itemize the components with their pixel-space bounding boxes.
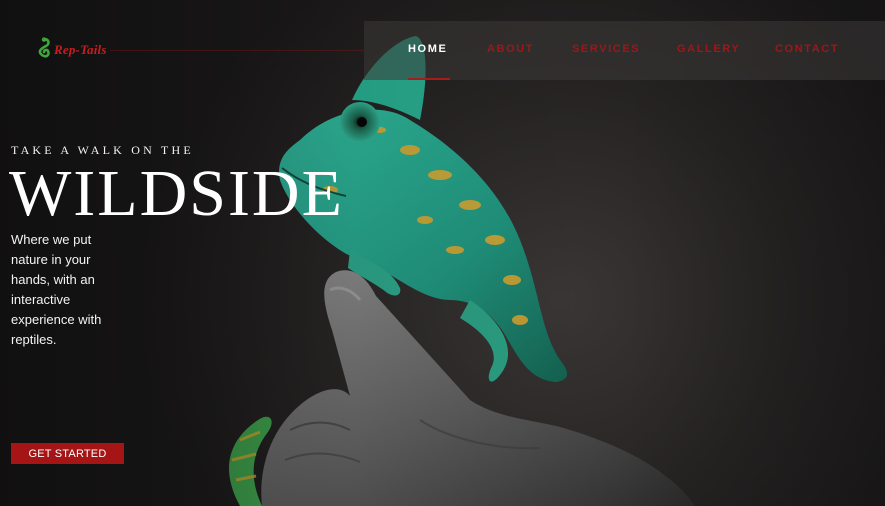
nav-item-services[interactable]: SERVICES — [572, 43, 640, 55]
get-started-button[interactable]: GET STARTED — [11, 443, 124, 464]
nav-item-gallery[interactable]: GALLERY — [677, 43, 740, 55]
hero-description: Where we put nature in your hands, with … — [11, 232, 102, 347]
main-nav: HOME ABOUT SERVICES GALLERY CONTACT — [364, 21, 885, 80]
nav-item-home[interactable]: HOME — [408, 43, 447, 55]
hero-headline: WILDSIDE — [9, 157, 344, 230]
nav-item-about[interactable]: ABOUT — [487, 43, 534, 55]
nav-active-indicator — [408, 78, 450, 80]
brand-logo[interactable]: Rep-Tails — [36, 37, 107, 63]
brand-name: Rep-Tails — [54, 42, 107, 57]
snake-icon — [38, 37, 50, 58]
header-divider — [110, 50, 364, 51]
nav-item-contact[interactable]: CONTACT — [775, 43, 839, 55]
